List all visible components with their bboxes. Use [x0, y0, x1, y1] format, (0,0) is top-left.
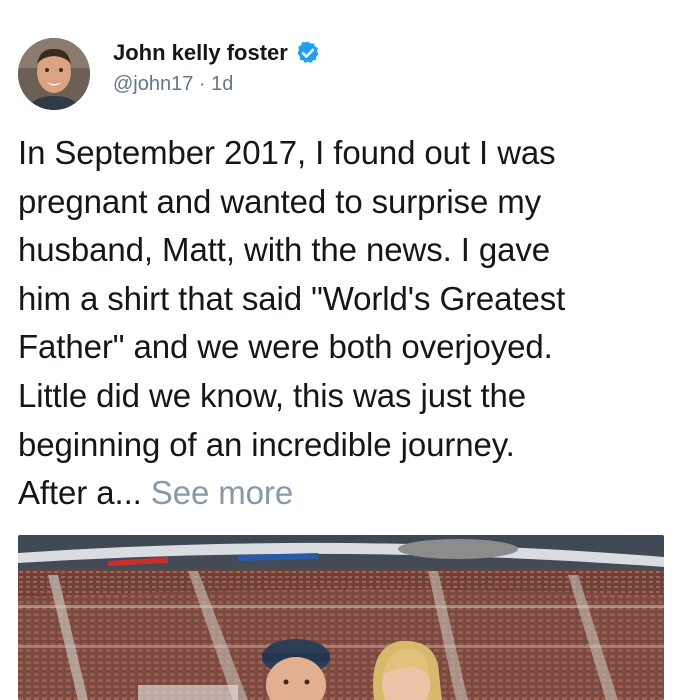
author-name[interactable]: John kelly foster: [113, 40, 288, 66]
tweet-text-line: Father" and we were both overjoyed.: [18, 328, 553, 366]
tweet-text-ellipsis: After a...: [18, 474, 142, 512]
tweet-text-last-line: After a... See more: [18, 469, 682, 518]
author-handle[interactable]: @john17: [113, 73, 193, 95]
author-row: John kelly foster: [113, 40, 321, 66]
stadium-photo: [18, 535, 664, 700]
tweet-photo[interactable]: [18, 535, 664, 700]
tweet-text-line: husband, Matt, with the news. I gave: [18, 231, 551, 269]
tweet-meta: @john17 · 1d: [113, 73, 233, 96]
tweet-text-line: Little did we know, this was just the: [18, 376, 527, 414]
see-more-link[interactable]: See more: [151, 474, 293, 511]
tweet-text-line: In September 2017, I found out I was: [18, 134, 556, 171]
tweet-text: In September 2017, I found out I was pre…: [18, 129, 682, 518]
tweet-text-line: him a shirt that said "World's Greatest: [18, 279, 566, 317]
meta-separator: ·: [193, 73, 212, 95]
avatar[interactable]: [18, 38, 90, 110]
verified-badge-icon: [295, 40, 321, 66]
tweet-text-line: pregnant and wanted to surprise my: [18, 182, 542, 220]
avatar-photo: [18, 38, 90, 110]
tweet-text-line: beginning of an incredible journey.: [18, 425, 515, 463]
tweet-time[interactable]: 1d: [211, 73, 233, 95]
